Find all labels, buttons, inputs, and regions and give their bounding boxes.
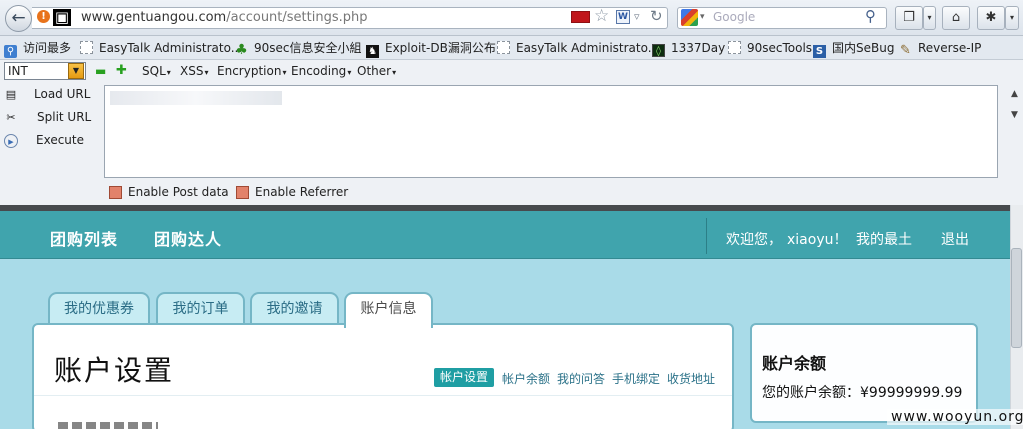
sublink-my-questions[interactable]: 我的问答 [557, 370, 605, 387]
flag-icon [571, 11, 590, 23]
sebug-icon: S [813, 45, 826, 58]
bookmark-90sectools[interactable]: 90secTools [728, 40, 812, 56]
exploit-icon: ♞ [366, 45, 379, 58]
increase-icon[interactable]: ✚ [116, 63, 127, 78]
nav-group-list[interactable]: 团购列表 [50, 226, 118, 250]
balance-text: 您的账户余额：¥99999999.99 [762, 385, 963, 401]
pen-icon: ✎ [900, 43, 911, 58]
addon-button[interactable]: ✱ [977, 6, 1005, 30]
url-path: /account/settings.php [226, 10, 368, 25]
page-icon [728, 41, 741, 54]
bookmark-1337day[interactable]: ◊ 1337Day [652, 40, 725, 57]
search-icon[interactable]: ⚲ [865, 7, 876, 25]
scissors-icon: ✂ [6, 111, 16, 124]
blurred-url-content [110, 91, 282, 105]
page-icon [497, 41, 510, 54]
page-actions-dropdown-icon[interactable]: ▾ [923, 6, 936, 30]
cut-off-heading [58, 422, 158, 429]
sublink-phone-binding[interactable]: 手机绑定 [612, 370, 660, 387]
xss-menu[interactable]: XSS [180, 64, 208, 78]
encoding-menu[interactable]: Encoding [291, 64, 351, 78]
bookmark-sebug[interactable]: S 国内SeBug [813, 40, 894, 58]
search-input[interactable] [677, 7, 887, 29]
welcome-text: 欢迎您， [726, 232, 782, 248]
magnifier-icon: ⚲ [4, 45, 17, 58]
url-host: www.gentuangou.com [81, 10, 227, 25]
sql-menu[interactable]: SQL [142, 64, 171, 78]
tab-invites[interactable]: 我的邀请 [250, 292, 339, 325]
encryption-menu[interactable]: Encryption [217, 64, 286, 78]
enable-post-checkbox[interactable] [109, 186, 122, 199]
nav-group-experts[interactable]: 团购达人 [154, 226, 222, 250]
page-scrollbar-thumb[interactable] [1011, 248, 1022, 348]
hackbar-scrollbar[interactable]: ▲ ▼ [1009, 86, 1023, 206]
search-engine-dropdown-icon[interactable]: ▾ [700, 12, 705, 22]
bookmark-easytalk-2[interactable]: EasyTalk Administrato... [497, 40, 659, 56]
url-text[interactable]: www.gentuangou.com/account/settings.php [81, 10, 368, 25]
my-home-link[interactable]: 我的最土 [856, 229, 912, 249]
bookmark-reverse-ip[interactable]: ✎ Reverse-IP [899, 40, 981, 58]
bookmark-most-visited[interactable]: ⚲ 访问最多 [4, 40, 71, 58]
tab-account-info[interactable]: 账户信息 [344, 292, 433, 328]
sublink-shipping-address[interactable]: 收货地址 [667, 370, 715, 387]
sublink-account-settings[interactable]: 帐户设置 [434, 368, 495, 387]
page-title: 账户设置 [54, 354, 175, 387]
sublink-account-balance[interactable]: 帐户余额 [502, 370, 550, 387]
split-url-button[interactable]: ✂ Split URL [0, 110, 100, 128]
bookmark-90sec[interactable]: ♣ 90sec信息安全小組 [235, 40, 361, 58]
bookmark-star-icon[interactable]: ☆ [594, 6, 609, 26]
watermark: www.wooyun.org [887, 409, 1023, 425]
reload-icon[interactable]: ↻ [650, 7, 663, 25]
back-button[interactable]: ← [5, 5, 32, 32]
home-button[interactable]: ⌂ [942, 6, 970, 30]
page-actions-button[interactable]: ❐ [895, 6, 923, 30]
tab-orders[interactable]: 我的订单 [156, 292, 245, 325]
bookmark-exploit-db[interactable]: ♞ Exploit-DB漏洞公布 [366, 40, 496, 58]
site-info-icon[interactable]: ! [37, 10, 50, 23]
load-url-button[interactable]: ▤ Load URL [0, 87, 100, 105]
enable-post-label: Enable Post data [128, 185, 229, 199]
enable-referrer-label: Enable Referrer [255, 185, 349, 199]
panel-divider [34, 395, 732, 396]
search-placeholder: Google [713, 10, 756, 24]
bookmark-easytalk-1[interactable]: EasyTalk Administrato... [80, 40, 242, 56]
google-icon[interactable] [681, 9, 698, 26]
tab-coupons[interactable]: 我的优惠券 [48, 292, 150, 325]
url-dropdown-icon[interactable]: ▿ [634, 10, 640, 23]
nav-divider [706, 218, 707, 254]
load-url-icon: ▤ [5, 88, 17, 101]
balance-title: 账户余额 [762, 354, 827, 373]
enable-referrer-checkbox[interactable] [236, 186, 249, 199]
decrease-icon[interactable]: ▬ [95, 64, 106, 78]
page-icon [80, 41, 93, 54]
type-select-dropdown-icon[interactable]: ▼ [68, 63, 84, 79]
execute-button[interactable]: ▶ Execute [0, 133, 100, 151]
logout-link[interactable]: 退出 [941, 229, 969, 249]
w-addon-icon[interactable]: W [616, 10, 630, 24]
play-icon: ▶ [4, 134, 18, 148]
addon-dropdown-icon[interactable]: ▾ [1005, 6, 1019, 30]
other-menu[interactable]: Other [357, 64, 396, 78]
leaf-icon: ♣ [235, 42, 248, 58]
site-favicon-icon: ▣ [53, 8, 71, 26]
1337-icon: ◊ [652, 44, 665, 57]
username-link[interactable]: xiaoyu！ [787, 229, 847, 249]
